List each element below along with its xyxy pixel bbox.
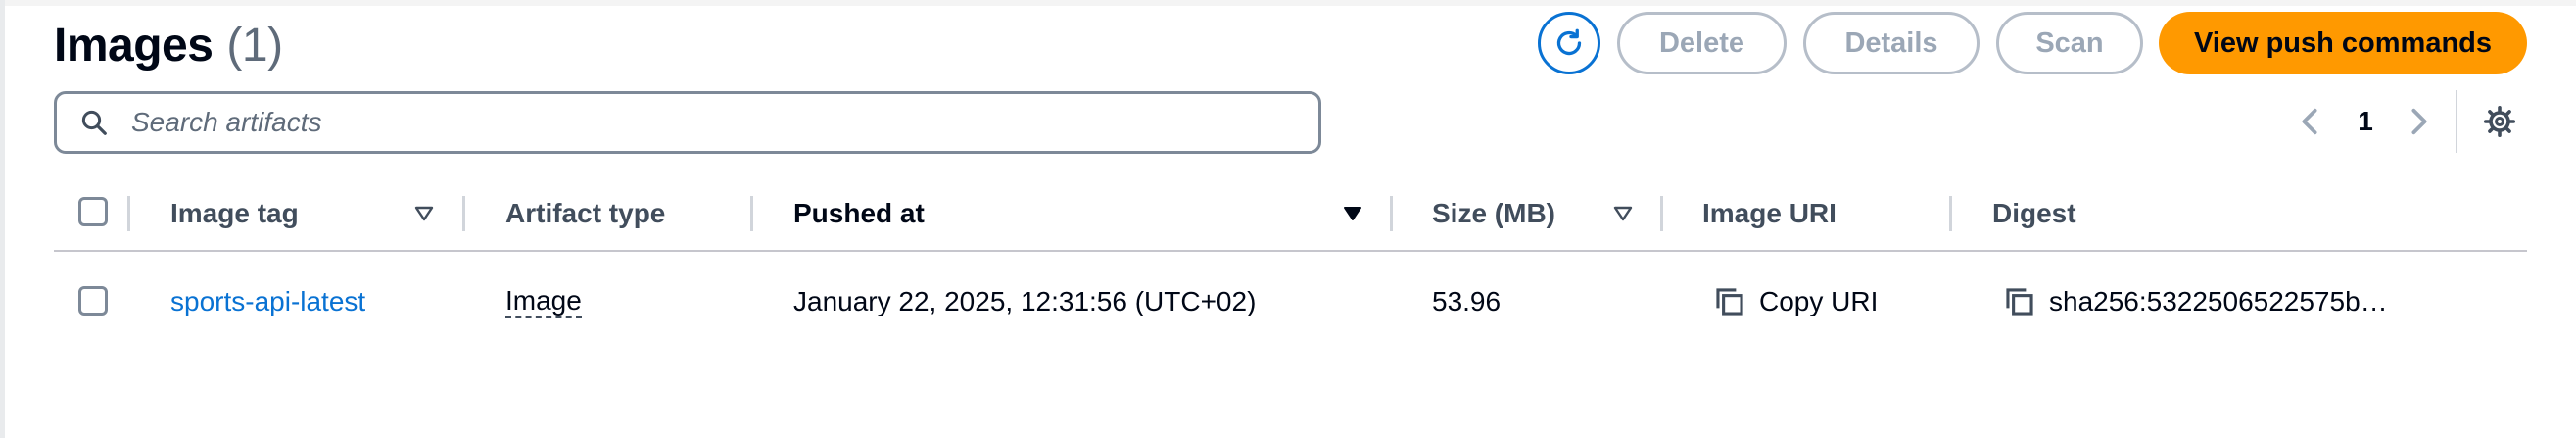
artifact-type-cell[interactable]: Image	[505, 284, 582, 319]
refresh-button[interactable]	[1538, 12, 1600, 74]
image-count: (1)	[226, 19, 283, 72]
size-cell: 53.96	[1432, 286, 1502, 316]
search-icon	[76, 105, 112, 140]
refresh-icon	[1556, 28, 1582, 56]
column-divider[interactable]	[750, 196, 753, 231]
row-select-checkbox[interactable]	[78, 286, 108, 316]
column-header-artifact-type: Artifact type	[505, 198, 666, 228]
column-divider[interactable]	[1660, 196, 1663, 231]
copy-icon	[1712, 284, 1747, 319]
settings-gear-icon	[2483, 105, 2516, 138]
pagination-divider	[2456, 90, 2457, 153]
chevron-right-icon	[2411, 108, 2427, 135]
copy-icon	[2002, 284, 2037, 319]
page-title-text: Images	[54, 19, 214, 72]
column-divider	[127, 196, 130, 231]
digest-value: sha256:5322506522575b…	[2049, 286, 2388, 316]
copy-digest-button[interactable]: sha256:5322506522575b…	[2002, 284, 2388, 319]
column-header-image-tag[interactable]: Image tag	[170, 196, 299, 231]
column-divider[interactable]	[462, 196, 465, 231]
sort-descending-icon[interactable]	[1342, 204, 1363, 223]
select-all-checkbox[interactable]	[78, 197, 108, 226]
page-number-1[interactable]: 1	[2351, 104, 2380, 139]
column-divider[interactable]	[1949, 196, 1952, 231]
column-divider[interactable]	[1390, 196, 1393, 231]
sort-icon[interactable]	[413, 204, 435, 223]
view-push-commands-button[interactable]: View push commands	[2159, 12, 2527, 74]
image-tag-link[interactable]: sports-api-latest	[170, 284, 365, 319]
sort-icon[interactable]	[1612, 204, 1634, 223]
window-top-edge	[5, 0, 2576, 6]
table-header-divider	[54, 250, 2527, 252]
column-header-size[interactable]: Size (MB)	[1432, 196, 1555, 231]
details-button[interactable]: Details	[1803, 12, 1980, 74]
copy-uri-label: Copy URI	[1759, 286, 1879, 316]
table-preferences-button[interactable]	[2480, 102, 2519, 141]
search-field[interactable]	[54, 91, 1321, 154]
artifact-type-value[interactable]: Image	[505, 285, 582, 318]
column-header-image-uri: Image URI	[1702, 198, 1837, 228]
search-input[interactable]	[129, 106, 1260, 139]
column-header-digest: Digest	[1992, 198, 2076, 228]
previous-page-button[interactable]	[2292, 104, 2327, 139]
pushed-at-cell: January 22, 2025, 12:31:56 (UTC+02)	[793, 286, 1257, 316]
column-header-pushed-at[interactable]: Pushed at	[793, 196, 925, 231]
window-left-edge	[0, 0, 5, 438]
next-page-button[interactable]	[2402, 104, 2437, 139]
copy-uri-button[interactable]: Copy URI	[1712, 284, 1878, 319]
delete-button[interactable]: Delete	[1617, 12, 1787, 74]
page-title: Images (1)	[54, 14, 283, 76]
scan-button[interactable]: Scan	[1996, 12, 2143, 74]
chevron-left-icon	[2302, 108, 2317, 135]
